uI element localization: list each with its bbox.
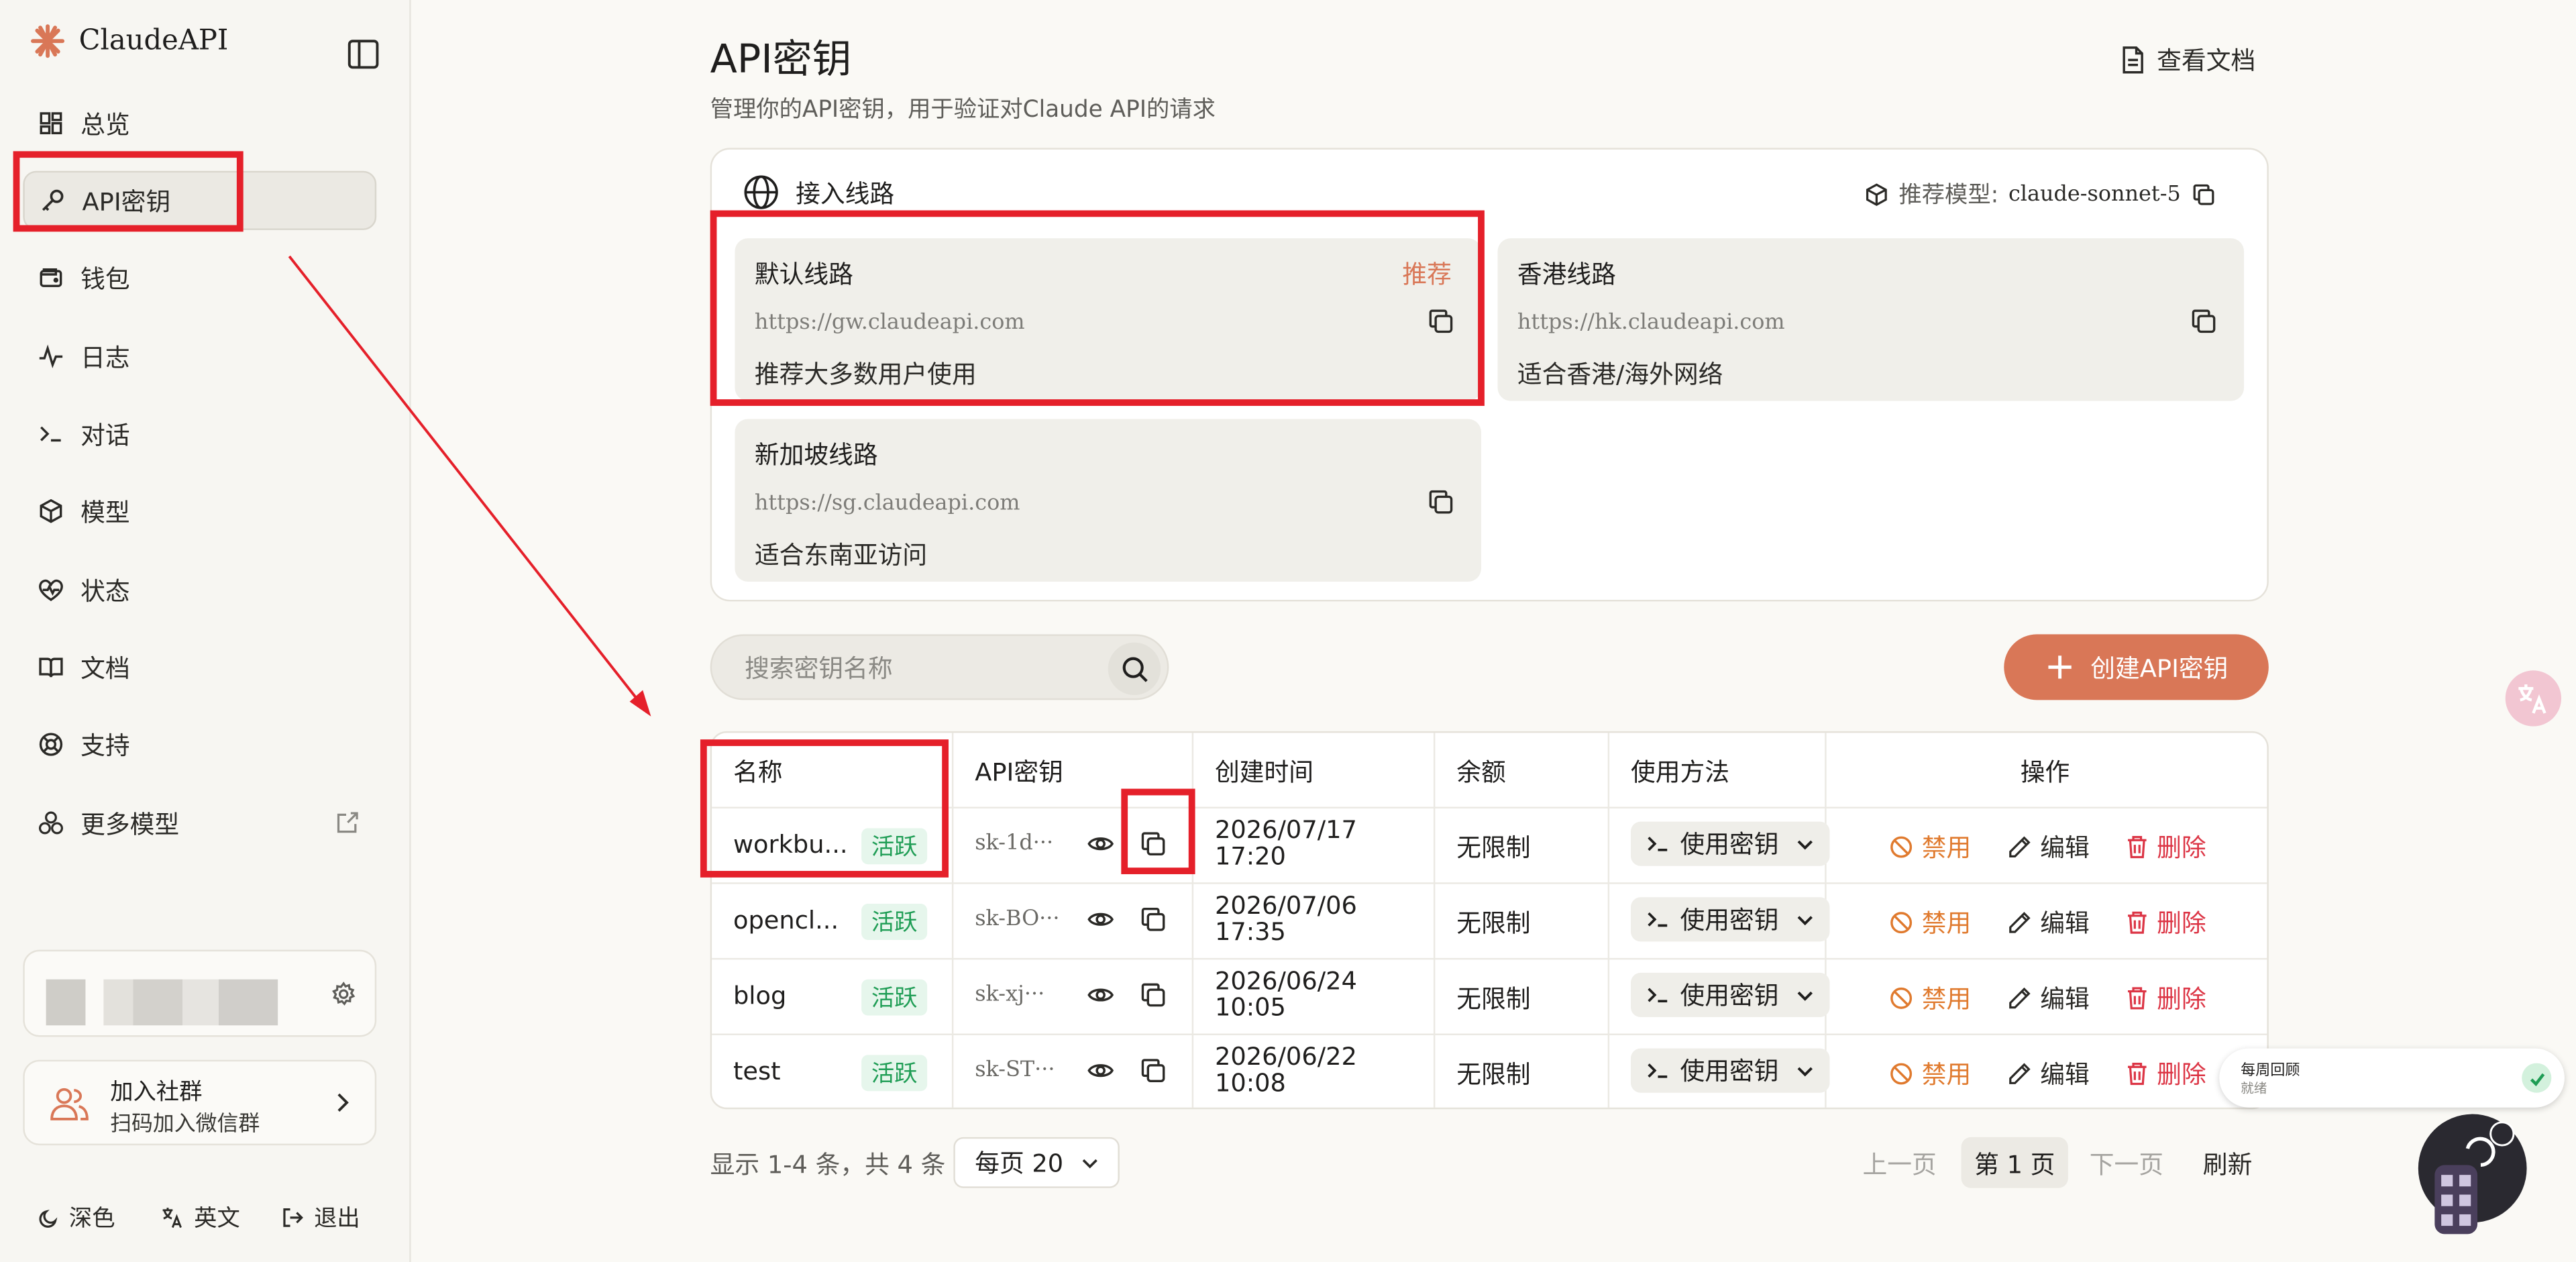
toast-status: 就绪 (2241, 1081, 2267, 1096)
toast-title: 每周回顾 (2241, 1063, 2300, 1080)
app-window: ClaudeAPI 总览 API密钥 钱包 日志 对话 模型 状态 文档 支持 … (0, 0, 2576, 1262)
weekly-review-toast[interactable]: 每周回顾 就绪 (2219, 1048, 2565, 1108)
translate-fab[interactable] (2505, 670, 2562, 727)
desktop-pet-mascot[interactable] (2416, 1109, 2532, 1237)
translate-icon (2515, 680, 2551, 717)
annotation-arrow (288, 255, 651, 717)
check-icon (2522, 1063, 2552, 1093)
